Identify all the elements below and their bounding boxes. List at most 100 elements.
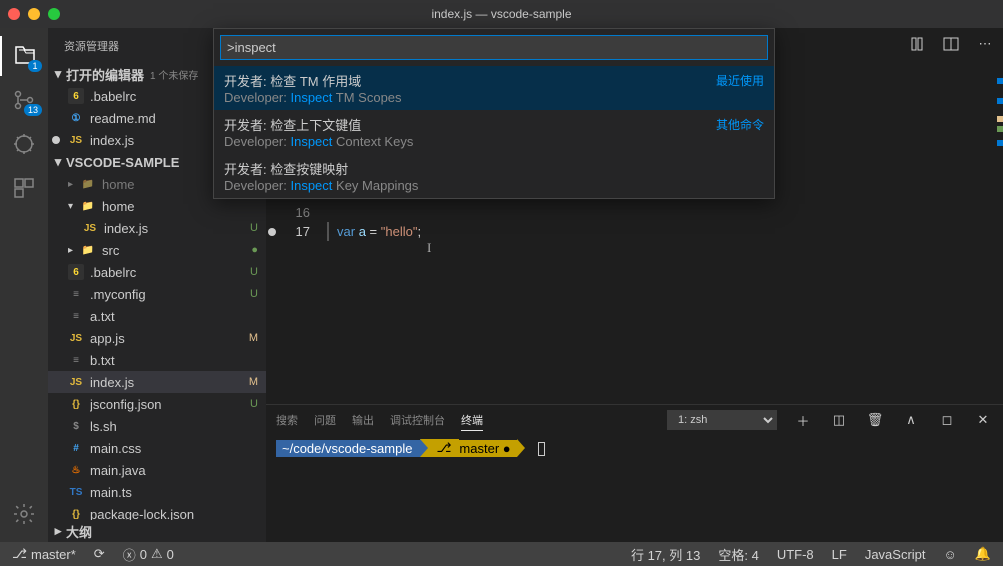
panel-tab[interactable]: 终端 [461, 412, 483, 431]
file-icon: ≡ [68, 308, 84, 324]
settings-icon[interactable] [0, 494, 48, 534]
file-label: src [102, 243, 266, 258]
warning-icon: ⚠ [151, 546, 163, 562]
git-status: ● [251, 244, 258, 256]
panel-tab[interactable]: 输出 [352, 412, 374, 430]
git-status: U [250, 222, 258, 234]
git-branch-status[interactable]: ⎇master* [8, 546, 80, 562]
scm-icon[interactable]: 13 [0, 80, 48, 120]
split-terminal-icon[interactable]: ◫ [829, 412, 849, 428]
tree-item[interactable]: TS main.ts [48, 481, 266, 503]
file-icon: {} [68, 396, 84, 412]
file-label: a.txt [90, 309, 266, 324]
close-icon[interactable] [8, 8, 20, 20]
panel-tab[interactable]: 调试控制台 [390, 412, 445, 430]
tree-item[interactable]: ≡.myconfigU [48, 283, 266, 305]
file-icon: {} [68, 506, 84, 520]
tree-item[interactable]: {} package-lock.json [48, 503, 266, 520]
file-label: package-lock.json [90, 507, 266, 521]
close-panel-icon[interactable]: ✕ [973, 412, 993, 428]
file-icon: $ [68, 418, 84, 434]
error-icon: ⓧ [123, 545, 136, 564]
encoding-status[interactable]: UTF-8 [773, 547, 818, 562]
prompt-branch: master ● [459, 440, 516, 457]
file-label: ls.sh [90, 419, 266, 434]
tree-item[interactable]: ≡ b.txt [48, 349, 266, 371]
tree-item[interactable]: $ ls.sh [48, 415, 266, 437]
file-icon: ≡ [68, 352, 84, 368]
statusbar: ⎇master* ⟳ ⓧ0 ⚠0 行 17, 列 13 空格: 4 UTF-8 … [0, 542, 1003, 566]
sync-status[interactable]: ⟳ [90, 546, 109, 562]
debug-icon[interactable] [0, 124, 48, 164]
file-label: .myconfig [90, 287, 266, 302]
file-label: index.js [90, 375, 266, 390]
new-terminal-icon[interactable]: ＋ [793, 411, 813, 430]
tree-item[interactable]: JS index.jsM [48, 371, 266, 393]
titlebar: index.js — vscode-sample [0, 0, 1003, 28]
file-label: main.java [90, 463, 266, 478]
file-label: b.txt [90, 353, 266, 368]
more-icon[interactable]: ⋯ [975, 34, 995, 54]
outline-header[interactable]: ▸ 大纲 [48, 520, 266, 542]
text-cursor-icon: I [427, 240, 431, 256]
eol-status[interactable]: LF [828, 547, 851, 562]
minimap[interactable] [987, 68, 1003, 404]
file-icon: 📁 [80, 198, 96, 214]
scm-badge: 13 [24, 104, 42, 116]
git-status: M [249, 376, 258, 388]
problems-status[interactable]: ⓧ0 ⚠0 [119, 545, 178, 564]
feedback-icon[interactable]: ☺ [940, 547, 961, 562]
split-editor-icon[interactable] [941, 34, 961, 54]
file-label: home [102, 199, 266, 214]
tree-item[interactable]: {} jsconfig.jsonU [48, 393, 266, 415]
tree-item[interactable]: JSindex.jsU [48, 217, 266, 239]
command-item[interactable]: 开发者: 检查 TM 作用域Developer: Inspect TM Scop… [214, 66, 774, 110]
compare-icon[interactable] [907, 34, 927, 54]
chevron-icon: ▸ [68, 245, 78, 256]
panel-tab[interactable]: 搜索 [276, 412, 298, 430]
maximize-icon[interactable] [48, 8, 60, 20]
file-icon: 6 [68, 264, 84, 280]
branch-icon: ⎇ [12, 546, 27, 562]
file-icon: ≡ [68, 286, 84, 302]
file-icon: 6 [68, 88, 84, 104]
file-icon: ♨ [68, 462, 84, 478]
file-icon: JS [68, 374, 84, 390]
tree-item[interactable]: ≡ a.txt [48, 305, 266, 327]
terminal-selector[interactable]: 1: zsh [667, 410, 777, 430]
tree-item[interactable]: 6.babelrcU [48, 261, 266, 283]
file-label: jsconfig.json [90, 397, 266, 412]
language-mode[interactable]: JavaScript [861, 547, 930, 562]
terminal[interactable]: ~/code/vscode-sample⎇master ● [266, 435, 1003, 542]
file-icon: 📁 [80, 242, 96, 258]
command-item[interactable]: 开发者: 检查上下文键值Developer: Inspect Context K… [214, 110, 774, 154]
file-label: .babelrc [90, 265, 266, 280]
tree-item[interactable]: ♨ main.java [48, 459, 266, 481]
explorer-badge: 1 [28, 60, 42, 72]
chevron-up-icon[interactable]: ∧ [901, 412, 921, 428]
file-icon: # [68, 440, 84, 456]
panel-tab[interactable]: 问题 [314, 412, 336, 430]
prompt-path: ~/code/vscode-sample [276, 440, 420, 457]
file-label: main.ts [90, 485, 266, 500]
indentation-status[interactable]: 空格: 4 [714, 545, 762, 564]
tree-item[interactable]: # main.css [48, 437, 266, 459]
dirty-line-marker-icon [268, 228, 276, 236]
explorer-icon[interactable]: 1 [0, 36, 48, 76]
tree-item[interactable]: JSapp.jsM [48, 327, 266, 349]
maximize-panel-icon[interactable]: ◻ [937, 412, 957, 428]
git-status: U [250, 398, 258, 410]
file-label: app.js [90, 331, 266, 346]
minimize-icon[interactable] [28, 8, 40, 20]
cursor-position[interactable]: 行 17, 列 13 [627, 545, 704, 564]
file-icon: TS [68, 484, 84, 500]
notifications-icon[interactable]: 🔔 [971, 546, 995, 562]
file-label: main.css [90, 441, 266, 456]
tree-item[interactable]: ▸📁 src● [48, 239, 266, 261]
window-controls [8, 8, 60, 20]
command-item[interactable]: 开发者: 检查按键映射Developer: Inspect Key Mappin… [214, 154, 774, 198]
extensions-icon[interactable] [0, 168, 48, 208]
activity-bar: 1 13 [0, 28, 48, 542]
kill-terminal-icon[interactable]: 🗑 [865, 412, 885, 428]
command-input[interactable]: >inspect [220, 35, 768, 60]
